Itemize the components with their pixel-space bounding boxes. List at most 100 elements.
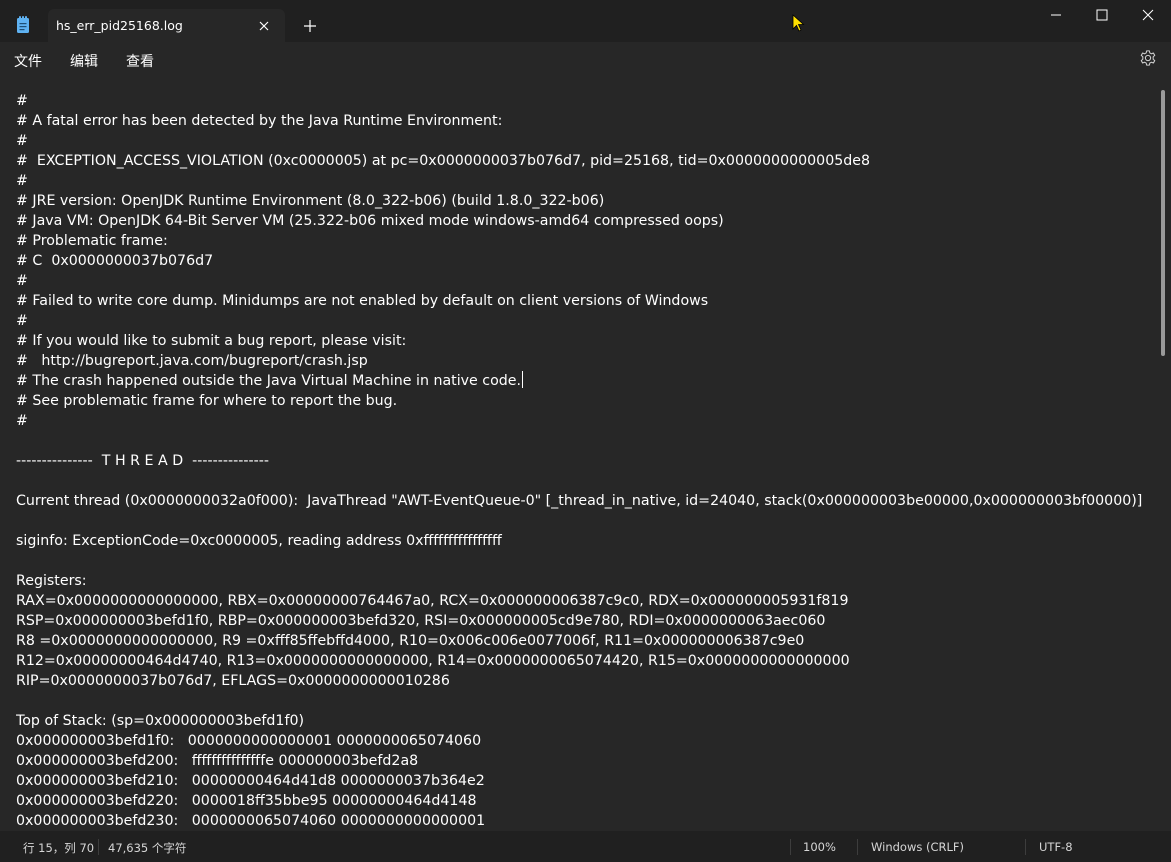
line-text: # — [16, 313, 28, 329]
status-zoom[interactable]: 100% — [803, 840, 836, 854]
text-caret — [522, 371, 524, 388]
text-line[interactable]: # — [16, 411, 1156, 431]
text-line[interactable]: # EXCEPTION_ACCESS_VIOLATION (0xc0000005… — [16, 151, 1156, 171]
line-text: RSP=0x000000003befd1f0, RBP=0x000000003b… — [16, 613, 826, 629]
text-line[interactable]: 0x000000003befd230: 0000000065074060 000… — [16, 811, 1156, 831]
status-divider — [98, 839, 99, 855]
text-line[interactable]: RIP=0x0000000037b076d7, EFLAGS=0x0000000… — [16, 671, 1156, 691]
text-line[interactable]: # — [16, 171, 1156, 191]
text-line[interactable]: # Java VM: OpenJDK 64-Bit Server VM (25.… — [16, 211, 1156, 231]
text-line[interactable]: RSP=0x000000003befd1f0, RBP=0x000000003b… — [16, 611, 1156, 631]
status-line-ending[interactable]: Windows (CRLF) — [871, 840, 964, 854]
text-line[interactable] — [16, 511, 1156, 531]
line-text: # See problematic frame for where to rep… — [16, 393, 398, 409]
text-line[interactable]: # C 0x0000000037b076d7 — [16, 251, 1156, 271]
text-line[interactable]: R12=0x00000000464d4740, R13=0x0000000000… — [16, 651, 1156, 671]
text-line[interactable]: # http://bugreport.java.com/bugreport/cr… — [16, 351, 1156, 371]
line-text: # — [16, 413, 28, 429]
tab-title: hs_err_pid25168.log — [56, 18, 183, 33]
line-text: RIP=0x0000000037b076d7, EFLAGS=0x0000000… — [16, 673, 450, 689]
line-text: # C 0x0000000037b076d7 — [16, 253, 214, 269]
menu-view[interactable]: 查看 — [126, 51, 154, 71]
close-window-button[interactable] — [1125, 0, 1171, 32]
close-icon — [1142, 9, 1154, 21]
minimize-button[interactable] — [1033, 0, 1079, 32]
menu-edit[interactable]: 编辑 — [70, 51, 98, 71]
text-line[interactable]: # Failed to write core dump. Minidumps a… — [16, 291, 1156, 311]
line-text: siginfo: ExceptionCode=0xc0000005, readi… — [16, 533, 502, 549]
vertical-scrollbar[interactable] — [1161, 90, 1165, 356]
status-divider — [790, 839, 791, 855]
line-text: Current thread (0x0000000032a0f000): Jav… — [16, 493, 1143, 509]
text-line[interactable]: 0x000000003befd200: fffffffffffffffe 000… — [16, 751, 1156, 771]
line-text: 0x000000003befd220: 0000018ff35bbe95 000… — [16, 793, 477, 809]
text-line[interactable]: --------------- T H R E A D ------------… — [16, 451, 1156, 471]
line-text: 0x000000003befd230: 0000000065074060 000… — [16, 813, 486, 829]
text-line[interactable]: 0x000000003befd220: 0000018ff35bbe95 000… — [16, 791, 1156, 811]
menu-file[interactable]: 文件 — [14, 51, 42, 71]
gear-icon[interactable] — [1139, 49, 1157, 67]
close-tab-icon[interactable] — [256, 18, 272, 34]
text-line[interactable]: Registers: — [16, 571, 1156, 591]
text-line[interactable]: Top of Stack: (sp=0x000000003befd1f0) — [16, 711, 1156, 731]
status-divider — [1025, 839, 1026, 855]
editor-text[interactable]: # # A fatal error has been detected by th… — [16, 91, 1156, 831]
text-editor[interactable]: # # A fatal error has been detected by th… — [0, 76, 1171, 831]
line-text: # JRE version: OpenJDK Runtime Environme… — [16, 193, 605, 209]
line-text: --------------- T H R E A D ------------… — [16, 453, 269, 469]
menu-bar: 文件 编辑 查看 — [0, 42, 1171, 76]
line-text: # — [16, 133, 28, 149]
line-text: # — [16, 173, 28, 189]
line-text: # — [16, 273, 28, 289]
notepad-icon — [16, 16, 30, 34]
status-bar: 行 15，列 70 47,635 个字符 100% Windows (CRLF)… — [0, 831, 1171, 862]
text-line[interactable]: 0x000000003befd210: 00000000464d41d8 000… — [16, 771, 1156, 791]
text-line[interactable]: # A fatal error has been detected by the… — [16, 111, 1156, 131]
text-line[interactable]: RAX=0x0000000000000000, RBX=0x0000000076… — [16, 591, 1156, 611]
line-text: RAX=0x0000000000000000, RBX=0x0000000076… — [16, 593, 849, 609]
line-text: Top of Stack: (sp=0x000000003befd1f0) — [16, 713, 305, 729]
line-text: # Java VM: OpenJDK 64-Bit Server VM (25.… — [16, 213, 724, 229]
line-text: # Failed to write core dump. Minidumps a… — [16, 293, 709, 309]
minimize-icon — [1051, 14, 1061, 16]
text-line[interactable]: # The crash happened outside the Java Vi… — [16, 371, 1156, 391]
text-line[interactable]: # — [16, 271, 1156, 291]
text-line[interactable]: # If you would like to submit a bug repo… — [16, 331, 1156, 351]
text-line[interactable] — [16, 691, 1156, 711]
new-tab-icon[interactable] — [302, 18, 318, 34]
line-text: # EXCEPTION_ACCESS_VIOLATION (0xc0000005… — [16, 153, 871, 169]
line-text: # The crash happened outside the Java Vi… — [16, 373, 522, 389]
line-text: # A fatal error has been detected by the… — [16, 113, 503, 129]
maximize-icon — [1096, 9, 1108, 21]
line-text: Registers: — [16, 573, 87, 589]
text-line[interactable]: # — [16, 91, 1156, 111]
status-encoding[interactable]: UTF-8 — [1039, 840, 1073, 854]
maximize-button[interactable] — [1079, 0, 1125, 32]
mouse-cursor-icon — [792, 14, 806, 38]
line-text: 0x000000003befd200: fffffffffffffffe 000… — [16, 753, 419, 769]
line-text: # http://bugreport.java.com/bugreport/cr… — [16, 353, 368, 369]
line-text: # Problematic frame: — [16, 233, 168, 249]
title-bar: hs_err_pid25168.log — [0, 0, 1171, 42]
status-char-count: 47,635 个字符 — [108, 841, 187, 855]
text-line[interactable]: # — [16, 311, 1156, 331]
text-line[interactable]: # See problematic frame for where to rep… — [16, 391, 1156, 411]
status-position: 行 15，列 70 — [23, 841, 95, 855]
text-line[interactable] — [16, 471, 1156, 491]
text-line[interactable]: # Problematic frame: — [16, 231, 1156, 251]
tab-hs-err-log[interactable]: hs_err_pid25168.log — [48, 9, 285, 42]
text-line[interactable]: # — [16, 131, 1156, 151]
line-text: # — [16, 93, 28, 109]
text-line[interactable] — [16, 551, 1156, 571]
text-line[interactable]: Current thread (0x0000000032a0f000): Jav… — [16, 491, 1156, 511]
line-text: 0x000000003befd1f0: 0000000000000001 000… — [16, 733, 482, 749]
line-text: # If you would like to submit a bug repo… — [16, 333, 407, 349]
text-line[interactable]: siginfo: ExceptionCode=0xc0000005, readi… — [16, 531, 1156, 551]
text-line[interactable]: 0x000000003befd1f0: 0000000000000001 000… — [16, 731, 1156, 751]
status-divider — [857, 839, 858, 855]
text-line[interactable]: # JRE version: OpenJDK Runtime Environme… — [16, 191, 1156, 211]
notepad-window: hs_err_pid25168.log 文件 编辑 查看 # # A fatal… — [0, 0, 1171, 862]
line-text: 0x000000003befd210: 00000000464d41d8 000… — [16, 773, 485, 789]
text-line[interactable] — [16, 431, 1156, 451]
text-line[interactable]: R8 =0x0000000000000000, R9 =0xfff85ffebf… — [16, 631, 1156, 651]
